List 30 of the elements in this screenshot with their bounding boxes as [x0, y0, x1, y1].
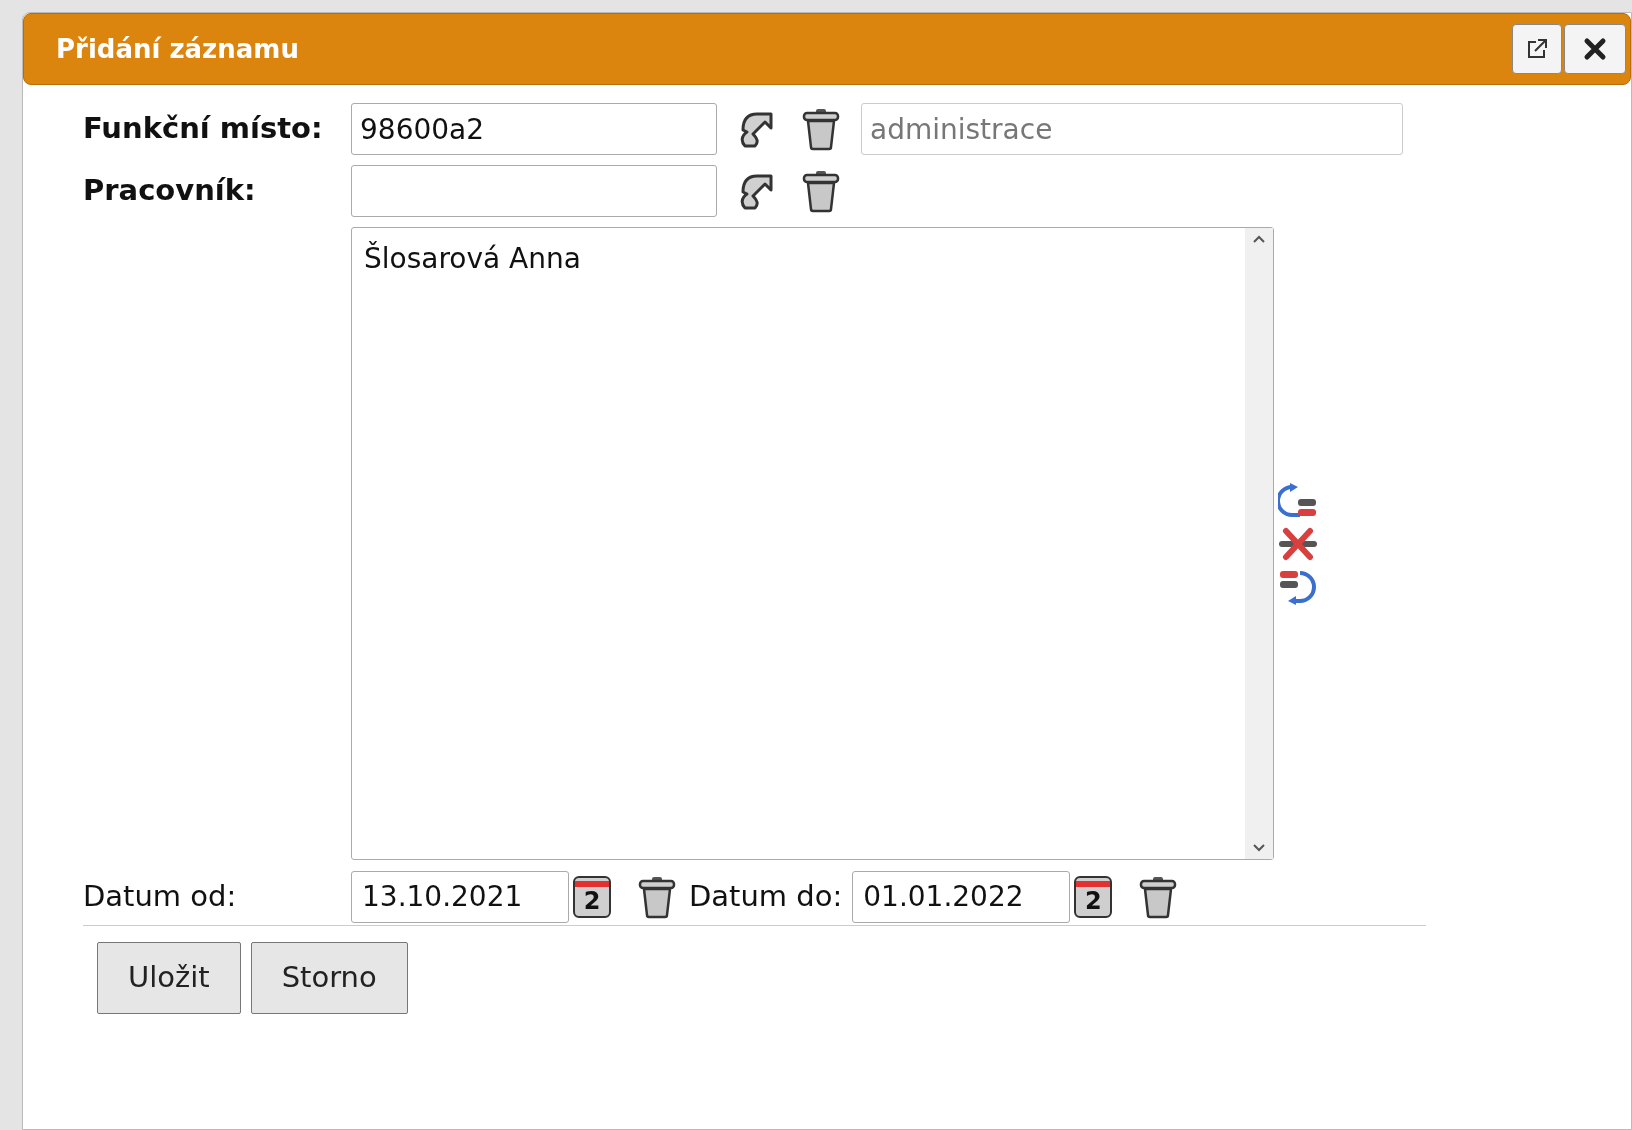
- trash-icon[interactable]: [637, 874, 677, 919]
- field-label: Pracovník:: [83, 172, 257, 210]
- field-label: Funkční místo:: [83, 110, 324, 148]
- trash-icon[interactable]: [801, 169, 841, 213]
- external-link-icon: [1526, 38, 1548, 60]
- popout-button[interactable]: [1512, 24, 1562, 74]
- date-field[interactable]: 13.10.2021: [351, 870, 569, 923]
- worker-listbox[interactable]: Šlosarová Anna: [351, 227, 1274, 860]
- calendar-day: 2: [1084, 886, 1102, 915]
- calendar-button[interactable]: 2: [573, 875, 611, 918]
- dialog-title: Přidání záznamu: [56, 32, 299, 66]
- trash-icon[interactable]: [801, 107, 841, 151]
- trash-icon[interactable]: [1138, 874, 1179, 919]
- code-field[interactable]: [351, 165, 717, 217]
- scroll-up-icon[interactable]: [1252, 234, 1266, 244]
- date-label: Datum od:: [83, 877, 238, 915]
- close-icon: [1583, 37, 1607, 61]
- list-item[interactable]: Šlosarová Anna: [364, 238, 1233, 280]
- calendar-day: 2: [583, 886, 601, 915]
- action-button[interactable]: Storno: [250, 942, 408, 1014]
- scroll-down-icon[interactable]: [1252, 843, 1266, 853]
- action-button[interactable]: Uložit: [97, 942, 241, 1014]
- calendar-button[interactable]: 2: [1074, 875, 1113, 918]
- date-field[interactable]: 01.01.2022: [852, 870, 1071, 923]
- scrollbar[interactable]: [1245, 228, 1273, 859]
- close-button[interactable]: [1564, 24, 1626, 74]
- remove-icon[interactable]: [1278, 526, 1318, 561]
- code-field[interactable]: 98600a2: [351, 103, 717, 155]
- date-label: Datum do:: [689, 877, 843, 915]
- description-field[interactable]: administrace: [861, 103, 1403, 155]
